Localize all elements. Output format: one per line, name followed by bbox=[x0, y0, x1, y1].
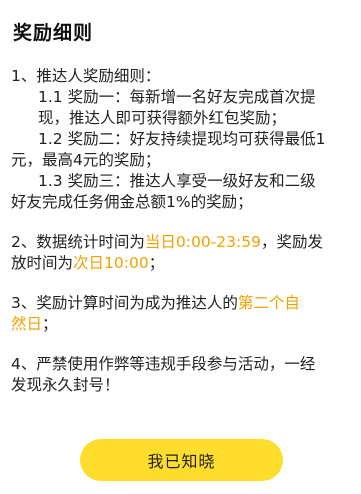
rule-1-2-line-2: 元，最高4元的奖励； bbox=[11, 151, 161, 169]
rule-1-2-line-1: 1.2 奖励二：好友持续提现均可获得最低1 bbox=[38, 130, 326, 148]
rule-1-1-line-2: 现，推达人即可获得额外红包奖励； bbox=[38, 109, 287, 127]
rule-4-line-1: 4、严禁使用作弊等违规手段参与活动，一经 bbox=[11, 355, 316, 373]
rule-2-line-1: 2、数据统计时间为当日0:00-23:59，奖励发 bbox=[11, 232, 351, 253]
rule-1-heading: 1、推达人奖励细则： bbox=[11, 67, 161, 85]
rule-3-line-2: 然日； bbox=[11, 314, 351, 335]
rule-3-text: 3、奖励计算时间为成为推达人的 bbox=[11, 294, 238, 312]
rule-2-text: 2、数据统计时间为 bbox=[11, 233, 145, 251]
dialog-title: 奖励细则 bbox=[13, 22, 94, 44]
rule-3-highlight: 第二个自 bbox=[237, 294, 300, 312]
rule-2-highlight-payout-time: 次日10:00 bbox=[73, 254, 149, 272]
rule-1-3-line-2: 好友完成任务佣金总额1%的奖励； bbox=[11, 193, 253, 211]
confirm-button[interactable]: 我已知晓 bbox=[80, 439, 283, 481]
rule-2-highlight-stat-time: 当日0:00-23:59 bbox=[144, 233, 261, 251]
rule-3-line-1: 3、奖励计算时间为成为推达人的第二个自 bbox=[11, 293, 351, 314]
rule-4: 4、严禁使用作弊等违规手段参与活动，一经 发现永久封号！ bbox=[11, 354, 351, 396]
rule-3-highlight: 然日 bbox=[11, 315, 43, 333]
rule-3-text: ； bbox=[42, 315, 58, 333]
rule-2-text: ； bbox=[148, 254, 165, 272]
rule-2: 2、数据统计时间为当日0:00-23:59，奖励发 放时间为次日10:00； bbox=[11, 232, 351, 274]
rules-content: 1、推达人奖励细则： 1.1 奖励一：每新增一名好友完成首次提 现，推达人即可获… bbox=[11, 66, 351, 396]
rule-2-line-2: 放时间为次日10:00； bbox=[11, 253, 351, 274]
rule-2-text: ，奖励发 bbox=[260, 233, 323, 251]
reward-rules-dialog: 奖励细则 1、推达人奖励细则： 1.1 奖励一：每新增一名好友完成首次提 现，推… bbox=[0, 0, 361, 494]
rule-1: 1、推达人奖励细则： 1.1 奖励一：每新增一名好友完成首次提 现，推达人即可获… bbox=[11, 66, 351, 213]
rule-4-line-2: 发现永久封号！ bbox=[11, 376, 120, 394]
rule-1-3-line-1: 1.3 奖励三：推达人享受一级好友和二级 bbox=[38, 172, 316, 190]
rule-1-1-line-1: 1.1 奖励一：每新增一名好友完成首次提 bbox=[38, 88, 316, 106]
rule-3: 3、奖励计算时间为成为推达人的第二个自 然日； bbox=[11, 293, 351, 335]
rule-2-text: 放时间为 bbox=[11, 254, 74, 272]
